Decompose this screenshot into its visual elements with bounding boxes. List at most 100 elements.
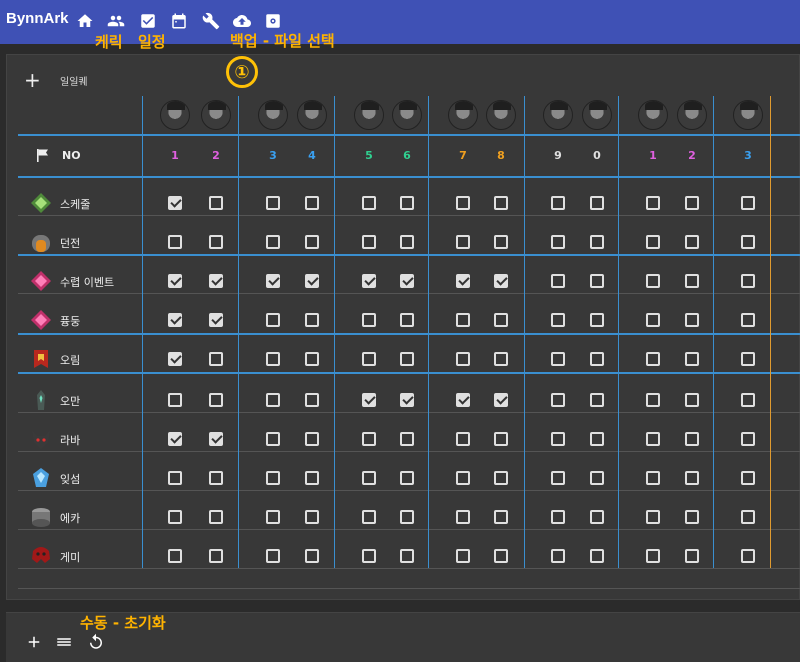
task-checkbox[interactable]: [685, 274, 699, 288]
task-checkbox[interactable]: [400, 432, 414, 446]
task-checkbox[interactable]: [168, 352, 182, 366]
task-checkbox[interactable]: [456, 471, 470, 485]
task-checkbox[interactable]: [209, 432, 223, 446]
task-checkbox[interactable]: [494, 471, 508, 485]
task-checkbox[interactable]: [590, 196, 604, 210]
task-checkbox[interactable]: [168, 235, 182, 249]
character-avatar[interactable]: [354, 100, 384, 130]
task-checkbox[interactable]: [168, 549, 182, 563]
home-icon[interactable]: [75, 11, 95, 31]
task-checkbox[interactable]: [209, 549, 223, 563]
task-checkbox[interactable]: [456, 393, 470, 407]
task-checkbox[interactable]: [551, 432, 565, 446]
task-checkbox[interactable]: [494, 393, 508, 407]
task-checkbox[interactable]: [456, 196, 470, 210]
task-checkbox[interactable]: [590, 471, 604, 485]
task-checkbox[interactable]: [266, 235, 280, 249]
task-checkbox[interactable]: [551, 274, 565, 288]
task-checkbox[interactable]: [305, 235, 319, 249]
character-avatar[interactable]: [677, 100, 707, 130]
task-checkbox[interactable]: [400, 274, 414, 288]
task-checkbox[interactable]: [266, 393, 280, 407]
cloud-upload-icon[interactable]: [232, 11, 252, 31]
task-checkbox[interactable]: [494, 352, 508, 366]
task-checkbox[interactable]: [168, 432, 182, 446]
task-checkbox[interactable]: [494, 313, 508, 327]
task-checkbox[interactable]: [456, 510, 470, 524]
task-checkbox[interactable]: [685, 235, 699, 249]
task-checkbox[interactable]: [266, 510, 280, 524]
task-checkbox[interactable]: [646, 313, 660, 327]
task-checkbox[interactable]: [266, 274, 280, 288]
task-checkbox[interactable]: [266, 471, 280, 485]
task-checkbox[interactable]: [646, 549, 660, 563]
task-checkbox[interactable]: [456, 235, 470, 249]
list-icon[interactable]: [54, 632, 74, 652]
task-checkbox[interactable]: [362, 471, 376, 485]
task-checkbox[interactable]: [685, 432, 699, 446]
task-checkbox[interactable]: [456, 313, 470, 327]
task-checkbox[interactable]: [590, 432, 604, 446]
task-checkbox[interactable]: [590, 510, 604, 524]
reset-icon[interactable]: [86, 632, 106, 652]
task-checkbox[interactable]: [741, 313, 755, 327]
character-avatar[interactable]: [486, 100, 516, 130]
task-checkbox[interactable]: [494, 549, 508, 563]
task-checkbox[interactable]: [494, 432, 508, 446]
task-checkbox[interactable]: [266, 549, 280, 563]
task-checkbox[interactable]: [646, 510, 660, 524]
task-checkbox[interactable]: [494, 196, 508, 210]
task-checkbox[interactable]: [551, 235, 565, 249]
character-avatar[interactable]: [297, 100, 327, 130]
task-checkbox[interactable]: [590, 549, 604, 563]
task-checkbox[interactable]: [362, 235, 376, 249]
task-checkbox[interactable]: [741, 393, 755, 407]
task-checkbox[interactable]: [551, 393, 565, 407]
task-checkbox[interactable]: [741, 510, 755, 524]
task-checkbox[interactable]: [646, 196, 660, 210]
task-checkbox[interactable]: [362, 432, 376, 446]
task-checkbox[interactable]: [305, 196, 319, 210]
task-checkbox[interactable]: [400, 510, 414, 524]
checkbox-icon[interactable]: [138, 11, 158, 31]
task-checkbox[interactable]: [456, 432, 470, 446]
task-checkbox[interactable]: [551, 313, 565, 327]
task-checkbox[interactable]: [494, 510, 508, 524]
task-checkbox[interactable]: [400, 235, 414, 249]
task-checkbox[interactable]: [209, 274, 223, 288]
task-checkbox[interactable]: [305, 352, 319, 366]
task-checkbox[interactable]: [209, 352, 223, 366]
task-checkbox[interactable]: [400, 352, 414, 366]
settings-icon[interactable]: [263, 11, 283, 31]
task-checkbox[interactable]: [266, 313, 280, 327]
task-checkbox[interactable]: [168, 510, 182, 524]
task-checkbox[interactable]: [685, 471, 699, 485]
task-checkbox[interactable]: [551, 549, 565, 563]
task-checkbox[interactable]: [305, 393, 319, 407]
task-checkbox[interactable]: [362, 313, 376, 327]
add-icon[interactable]: [24, 632, 44, 652]
task-checkbox[interactable]: [209, 196, 223, 210]
task-checkbox[interactable]: [305, 471, 319, 485]
task-checkbox[interactable]: [590, 274, 604, 288]
character-avatar[interactable]: [733, 100, 763, 130]
task-checkbox[interactable]: [646, 432, 660, 446]
character-avatar[interactable]: [201, 100, 231, 130]
task-checkbox[interactable]: [551, 196, 565, 210]
task-checkbox[interactable]: [362, 274, 376, 288]
task-checkbox[interactable]: [685, 510, 699, 524]
task-checkbox[interactable]: [741, 196, 755, 210]
people-icon[interactable]: [106, 11, 126, 31]
task-checkbox[interactable]: [209, 313, 223, 327]
task-checkbox[interactable]: [741, 549, 755, 563]
task-checkbox[interactable]: [685, 352, 699, 366]
task-checkbox[interactable]: [456, 549, 470, 563]
task-checkbox[interactable]: [646, 352, 660, 366]
task-checkbox[interactable]: [209, 510, 223, 524]
task-checkbox[interactable]: [646, 235, 660, 249]
character-avatar[interactable]: [258, 100, 288, 130]
task-checkbox[interactable]: [305, 313, 319, 327]
task-checkbox[interactable]: [646, 274, 660, 288]
task-checkbox[interactable]: [590, 352, 604, 366]
task-checkbox[interactable]: [590, 393, 604, 407]
